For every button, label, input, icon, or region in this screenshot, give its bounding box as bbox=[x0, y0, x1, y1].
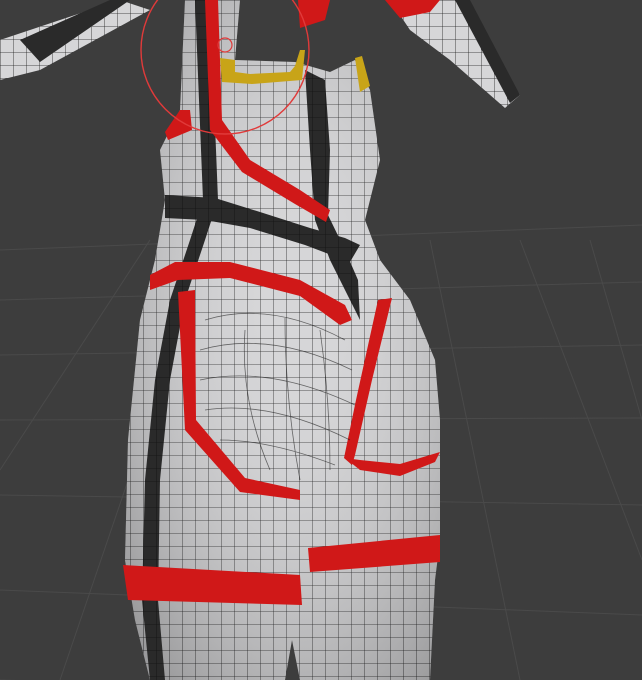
3d-viewport[interactable] bbox=[0, 0, 642, 680]
mesh-arm-right bbox=[385, 0, 520, 108]
mesh-arm-left bbox=[0, 0, 150, 80]
